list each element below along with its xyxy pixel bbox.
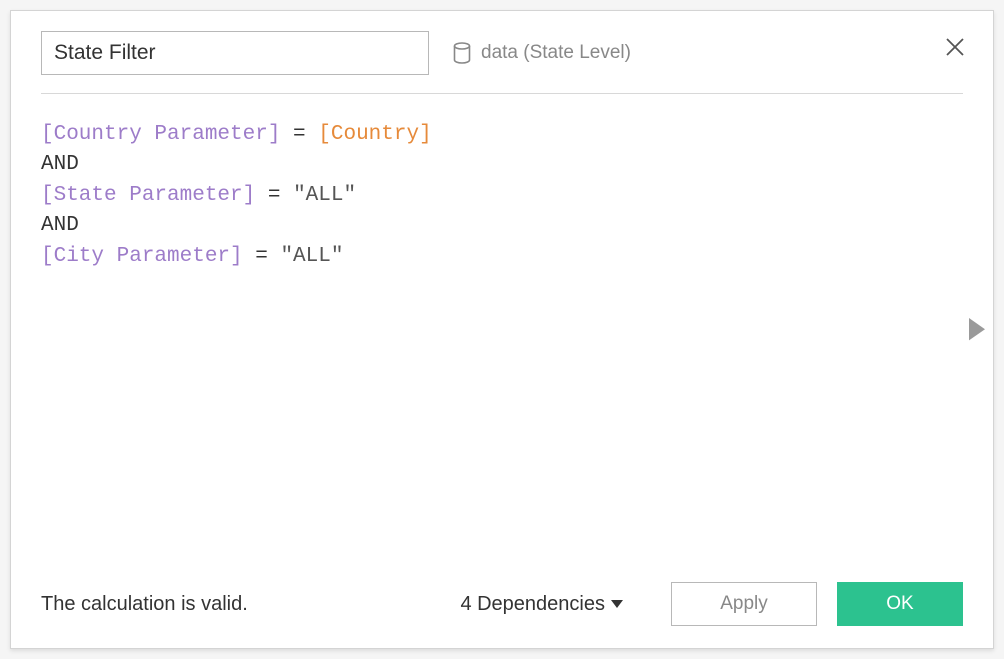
token-keyword: AND (41, 153, 79, 176)
field-name-input[interactable] (41, 31, 429, 75)
formula-editor[interactable]: [Country Parameter] = [Country] AND [Sta… (11, 94, 993, 566)
chevron-down-icon (611, 600, 623, 608)
close-icon (945, 37, 965, 57)
dialog-footer: The calculation is valid. 4 Dependencies… (11, 566, 993, 648)
expand-panel-button[interactable] (969, 322, 985, 338)
calculated-field-dialog: data (State Level) [Country Parameter] =… (10, 10, 994, 649)
token-string: "ALL" (280, 245, 343, 268)
data-source-text: data (State Level) (481, 42, 631, 64)
apply-button[interactable]: Apply (671, 582, 817, 626)
token-field: [Country] (318, 123, 431, 146)
token-param: [State Parameter] (41, 184, 255, 207)
database-icon (453, 42, 471, 64)
data-source-label: data (State Level) (453, 42, 631, 64)
token-op: = (243, 245, 281, 268)
dependencies-dropdown[interactable]: 4 Dependencies (460, 593, 623, 616)
close-button[interactable] (943, 35, 967, 59)
ok-button[interactable]: OK (837, 582, 963, 626)
token-keyword: AND (41, 214, 79, 237)
token-string: "ALL" (293, 184, 356, 207)
token-param: [Country Parameter] (41, 123, 280, 146)
dependencies-label: 4 Dependencies (460, 593, 605, 616)
token-op: = (280, 123, 318, 146)
validation-status: The calculation is valid. (41, 593, 440, 616)
token-param: [City Parameter] (41, 245, 243, 268)
token-op: = (255, 184, 293, 207)
chevron-right-icon (969, 318, 985, 340)
dialog-header: data (State Level) (11, 11, 993, 93)
